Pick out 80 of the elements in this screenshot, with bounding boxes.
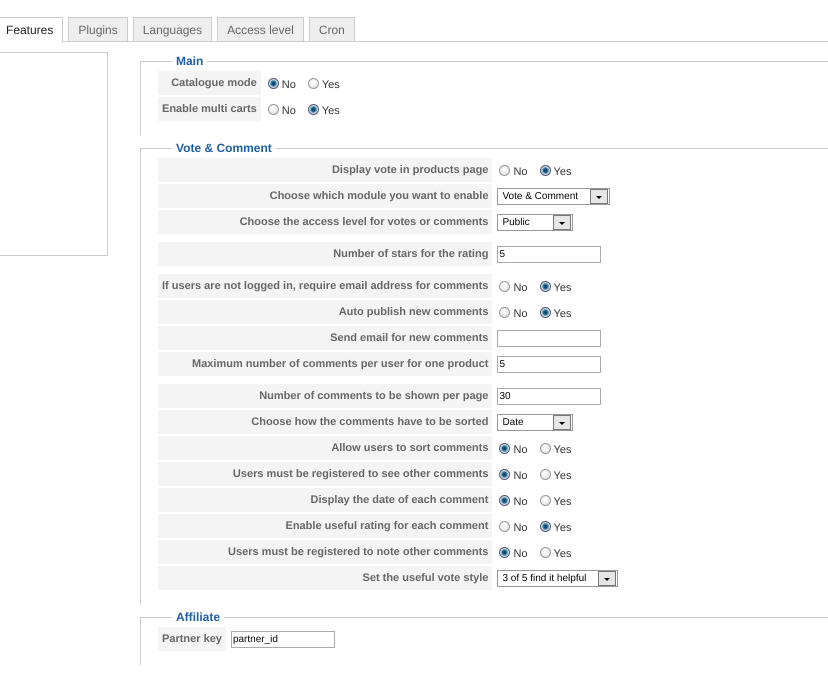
setting-label: Choose how the comments have to be sorted bbox=[158, 410, 492, 434]
setting-label: Maximum number of comments per user for one product bbox=[158, 352, 492, 376]
option-label[interactable]: Yes bbox=[554, 282, 572, 294]
radio-button[interactable] bbox=[499, 546, 510, 558]
option-label[interactable]: Yes bbox=[322, 105, 340, 118]
radio-button[interactable] bbox=[268, 104, 279, 115]
radio-button[interactable] bbox=[540, 494, 550, 506]
option-label[interactable]: Yes bbox=[554, 444, 572, 456]
caret-icon[interactable] bbox=[598, 570, 616, 586]
setting-label: Set the useful vote style bbox=[158, 566, 492, 590]
radio-button[interactable] bbox=[540, 468, 550, 480]
option-label[interactable]: No bbox=[513, 496, 528, 508]
setting-label: Choose which module you want to enable bbox=[158, 184, 492, 208]
section-title: Affiliate bbox=[175, 610, 222, 624]
dropdown[interactable]: Date bbox=[497, 414, 574, 430]
option-label[interactable]: Yes bbox=[554, 166, 572, 178]
option-label[interactable]: Yes bbox=[322, 79, 340, 92]
radio-button[interactable] bbox=[499, 442, 510, 454]
radio-button[interactable] bbox=[499, 520, 510, 532]
setting-label: Enable multi carts bbox=[158, 97, 261, 121]
setting-label: Users must be registered to see other comments bbox=[158, 462, 492, 486]
setting-label: Send email for new comments bbox=[158, 326, 492, 350]
radio-button[interactable] bbox=[499, 280, 510, 292]
text-field[interactable]: partner_id bbox=[230, 630, 335, 648]
radio-button[interactable] bbox=[540, 306, 550, 318]
caret-icon[interactable] bbox=[590, 188, 608, 204]
option-label[interactable]: No bbox=[513, 308, 528, 320]
option-label[interactable]: No bbox=[513, 166, 528, 178]
radio-button[interactable] bbox=[499, 306, 510, 318]
option-label[interactable]: No bbox=[513, 548, 528, 560]
tab[interactable]: Plugins bbox=[68, 17, 128, 41]
section-title: Vote & Comment bbox=[175, 141, 273, 155]
radio-button[interactable] bbox=[308, 78, 319, 89]
radio-button[interactable] bbox=[268, 78, 279, 89]
setting-label: Choose the access level for votes or comments bbox=[158, 210, 492, 234]
setting-label: Display vote in products page bbox=[158, 158, 492, 182]
radio-button[interactable] bbox=[540, 520, 550, 532]
setting-label: Users must be registered to note other comments bbox=[158, 540, 492, 564]
radio-button[interactable] bbox=[499, 468, 510, 480]
tab[interactable]: Cron bbox=[308, 17, 355, 41]
option-label[interactable]: No bbox=[513, 522, 528, 534]
option-label[interactable]: No bbox=[282, 79, 296, 92]
setting-label: Catalogue mode bbox=[158, 71, 261, 95]
option-label[interactable]: No bbox=[513, 470, 528, 482]
text-field[interactable]: 5 bbox=[497, 356, 602, 372]
option-label[interactable]: No bbox=[513, 282, 528, 294]
setting-label: Number of comments to be shown per page bbox=[158, 384, 492, 408]
caret-icon[interactable] bbox=[553, 414, 572, 430]
option-label[interactable]: No bbox=[513, 444, 528, 456]
setting-label: Number of stars for the rating bbox=[158, 242, 492, 266]
option-label[interactable]: Yes bbox=[554, 470, 572, 482]
setting-label: If users are not logged in, require email address for comments bbox=[158, 274, 492, 298]
radio-button[interactable] bbox=[540, 280, 550, 292]
setting-label: Enable useful rating for each comment bbox=[158, 514, 492, 538]
dropdown[interactable]: 3 of 5 find it helpful bbox=[497, 570, 618, 586]
setting-label: Auto publish new comments bbox=[158, 300, 492, 324]
tab[interactable]: Features bbox=[0, 17, 64, 42]
tab[interactable]: Languages bbox=[132, 17, 212, 41]
dropdown[interactable]: Vote & Comment bbox=[497, 188, 610, 204]
option-label[interactable]: Yes bbox=[554, 308, 572, 320]
text-field[interactable]: 30 bbox=[497, 388, 602, 404]
radio-button[interactable] bbox=[499, 164, 510, 176]
text-field[interactable] bbox=[497, 330, 602, 346]
option-label[interactable]: Yes bbox=[554, 522, 572, 534]
radio-button[interactable] bbox=[540, 546, 550, 558]
setting-label: Display the date of each comment bbox=[158, 488, 492, 512]
dropdown[interactable]: Public bbox=[497, 214, 574, 230]
option-label[interactable]: No bbox=[282, 105, 296, 118]
radio-button[interactable] bbox=[308, 104, 319, 115]
option-label[interactable]: Yes bbox=[554, 496, 572, 508]
setting-label: Partner key bbox=[158, 627, 226, 651]
text-field[interactable]: 5 bbox=[497, 246, 602, 262]
radio-button[interactable] bbox=[540, 164, 550, 176]
radio-button[interactable] bbox=[499, 494, 510, 506]
option-label[interactable]: Yes bbox=[554, 548, 572, 560]
caret-icon[interactable] bbox=[553, 214, 572, 230]
radio-button[interactable] bbox=[540, 442, 550, 454]
setting-label: Allow users to sort comments bbox=[158, 436, 492, 460]
section-title: Main bbox=[175, 54, 204, 68]
tab[interactable]: Access level bbox=[217, 17, 304, 41]
